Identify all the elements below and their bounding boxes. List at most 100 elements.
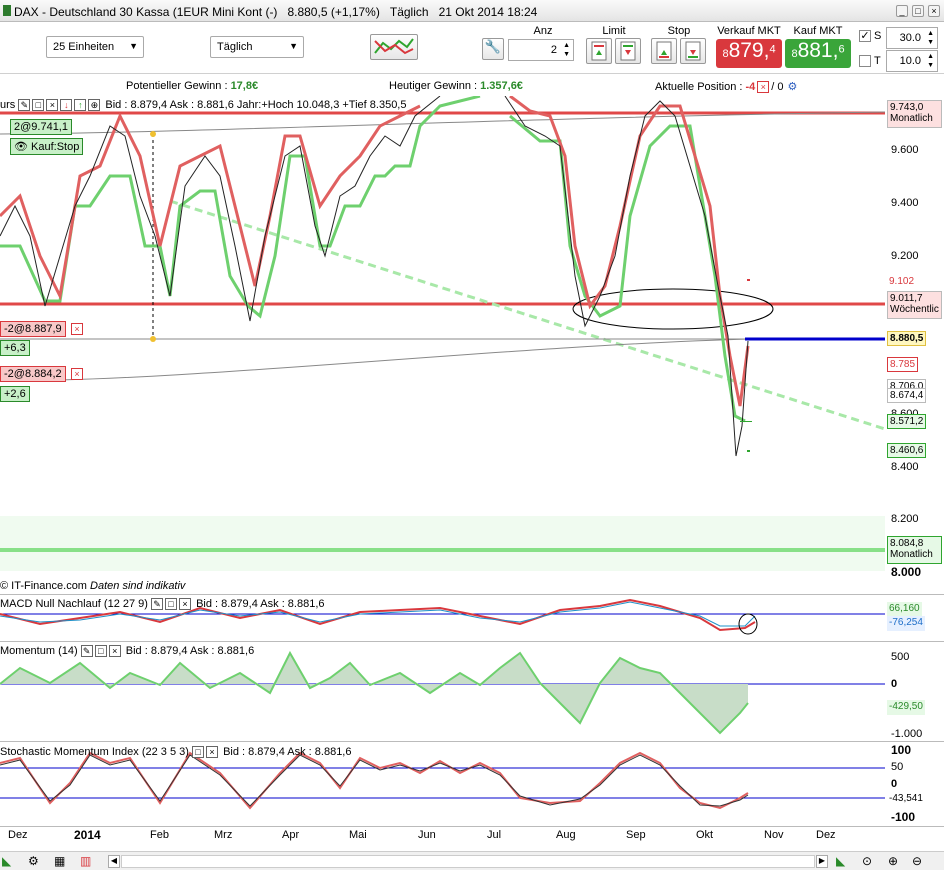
x-tick: Feb: [150, 829, 169, 841]
order-sell-icon[interactable]: ↓: [60, 99, 73, 112]
sell-market-button[interactable]: 8879,4: [716, 39, 782, 68]
stop-buy-button[interactable]: [651, 38, 677, 64]
sell-label: Verkauf MKT: [717, 25, 781, 37]
wrench-icon[interactable]: ✎: [80, 645, 93, 658]
momentum-value: -429,50: [887, 700, 925, 715]
close-pane-icon[interactable]: ×: [108, 645, 121, 658]
close-pane-icon[interactable]: ×: [179, 598, 192, 611]
x-tick: 2014: [74, 828, 101, 842]
settings-wrench-icon[interactable]: 🔧: [482, 38, 504, 60]
copyright: © IT-Finance.com Daten sind indikativ: [0, 580, 186, 592]
zoom-in-icon[interactable]: ⊕: [888, 854, 898, 868]
t-label: T: [874, 55, 881, 67]
buy-label: Kauf MKT: [793, 25, 843, 37]
close-pane-icon[interactable]: ×: [206, 746, 218, 759]
s-checkbox[interactable]: ✓: [859, 30, 871, 42]
t-spinner[interactable]: 10.0 ▲ ▼: [886, 50, 938, 72]
y-tick: 50: [891, 761, 904, 773]
chart-style-button[interactable]: [370, 34, 418, 60]
y-tick: 8.000: [891, 565, 922, 579]
maximize-icon[interactable]: □: [912, 5, 924, 17]
anz-label: Anz: [533, 25, 553, 37]
window-icon[interactable]: □: [32, 99, 45, 112]
current-position: Aktuelle Position : -4 ×/ 0 ⚙: [655, 81, 798, 94]
price-chart[interactable]: [0, 96, 944, 596]
anz-spinner[interactable]: 2 ▲ ▼: [508, 39, 574, 61]
chart-type-icon[interactable]: ◣: [2, 854, 11, 868]
wrench-icon[interactable]: ✎: [18, 99, 31, 112]
x-tick: Mrz: [214, 829, 233, 841]
monthly-low-label: 8.084,8 Monatlich: [887, 536, 942, 564]
order-tag-sell-1[interactable]: -2@8.887,9: [0, 321, 66, 337]
stop-sell-button[interactable]: [680, 38, 706, 64]
limit-buy-button[interactable]: [586, 38, 612, 64]
s-label: S: [874, 30, 882, 42]
window-icon[interactable]: □: [192, 746, 204, 759]
zoom-out-icon[interactable]: ⊖: [912, 854, 922, 868]
close-icon[interactable]: ×: [928, 5, 940, 17]
cancel-order-icon[interactable]: ×: [71, 368, 83, 380]
scroll-right-icon[interactable]: ▶: [816, 855, 828, 868]
pnl-tag-2: +2,6: [0, 386, 30, 402]
today-gain: Heutiger Gewinn : 1.357,6€: [389, 80, 523, 92]
y-tick: 8.200: [891, 513, 919, 525]
potential-gain: Potentieller Gewinn : 17,8€: [126, 80, 259, 92]
close-pane-icon[interactable]: ×: [46, 99, 59, 112]
order-tag-sell-2[interactable]: -2@8.884,2: [0, 366, 66, 382]
settings-icon[interactable]: ⚙: [28, 854, 39, 868]
macd-signal: -76,254: [887, 616, 925, 631]
current-price-label: 8.880,5: [887, 331, 927, 346]
chart-style-icon: [374, 38, 414, 55]
window-icon[interactable]: □: [94, 645, 107, 658]
x-tick: Sep: [626, 829, 646, 841]
x-tick: Apr: [282, 829, 300, 841]
main-pane-header: urs ✎ □ × ↓ ↑ ⊕ Bid : 8.879,4 Ask : 8.881,6 J…: [0, 99, 407, 112]
y-tick: 9.400: [891, 197, 919, 209]
order-tag-buy-limit[interactable]: 2@9.741,1: [10, 119, 72, 135]
interval-select[interactable]: Täglich ▼: [210, 36, 304, 58]
scroll-left-icon[interactable]: ◀: [108, 855, 120, 868]
y-tick: 0: [891, 678, 898, 690]
x-tick: Nov: [764, 829, 784, 841]
zoom-icon[interactable]: ⊕: [88, 99, 101, 112]
horizontal-scrollbar[interactable]: [121, 855, 815, 868]
macd-value: 66,160: [887, 602, 922, 617]
y-tick: 0: [891, 778, 898, 790]
title-bar: DAX - Deutschland 30 Kassa (1EUR Mini Ko…: [0, 0, 944, 22]
pnl-tag-1: +6,3: [0, 340, 30, 356]
autoscale-icon[interactable]: ◣: [836, 854, 845, 868]
layout-icon[interactable]: ▥: [80, 854, 91, 868]
order-buy-icon[interactable]: ↑: [74, 99, 87, 112]
info-bar: Potentieller Gewinn : 17,8€ Heutiger Gew…: [0, 76, 944, 96]
cancel-order-icon[interactable]: ×: [71, 323, 83, 335]
y-tick: -1.000: [891, 728, 923, 740]
level-label: 8.674,4: [887, 388, 927, 403]
macd-pane-header: MACD Null Nachlauf (12 27 9) ✎ □ × Bid : 8…: [0, 598, 325, 611]
x-tick: Okt: [696, 829, 714, 841]
gear-icon: ⚙: [787, 81, 798, 93]
y-tick: 9.600: [891, 144, 919, 156]
units-select[interactable]: 25 Einheiten ▼: [46, 36, 144, 58]
t-checkbox[interactable]: [859, 55, 871, 67]
zoom-fit-icon[interactable]: ⊙: [862, 854, 872, 868]
eye-icon: 👁: [14, 141, 28, 153]
window-icon[interactable]: □: [165, 598, 178, 611]
spinner-arrows-icon: ▲ ▼: [927, 30, 934, 46]
momentum-pane-header: Momentum (14) ✎ □ × Bid : 8.879,4 Ask : 8.…: [0, 645, 255, 658]
order-tag-kauf-stop[interactable]: 👁 Kauf:Stop: [10, 138, 84, 155]
weekly-label: 9.011,7 Wöchentlic: [887, 291, 942, 319]
app-icon: [3, 5, 11, 16]
monthly-high-label: 9.743,0 Monatlich: [887, 100, 942, 128]
x-tick: Aug: [556, 829, 576, 841]
y-tick: 100: [891, 743, 912, 757]
close-position-icon: ×: [757, 81, 770, 94]
buy-market-button[interactable]: 8881,6: [785, 39, 851, 68]
s-spinner[interactable]: 30.0 ▲ ▼: [886, 27, 938, 49]
limit-sell-button[interactable]: [615, 38, 641, 64]
level-label: 8.460,6: [887, 443, 927, 458]
wrench-icon[interactable]: ✎: [151, 598, 164, 611]
grid-icon[interactable]: ▦: [54, 854, 65, 868]
x-tick: Dez: [8, 829, 28, 841]
level-label: 8.571,2: [887, 414, 927, 429]
minimize-icon[interactable]: _: [896, 5, 908, 17]
